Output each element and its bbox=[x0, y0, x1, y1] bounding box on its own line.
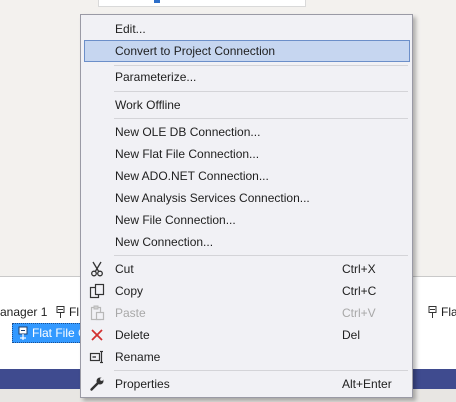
flat-file-connection-label: Flat File C bbox=[32, 326, 86, 340]
menu-item-paste[interactable]: Paste Ctrl+V bbox=[84, 302, 410, 324]
paste-icon bbox=[90, 305, 105, 321]
wrench-icon bbox=[90, 377, 104, 391]
menu-item-label: New Connection... bbox=[115, 235, 214, 249]
tray-tab-label: Fla bbox=[441, 305, 456, 319]
tray-tab-flat-file-2[interactable]: Fla bbox=[428, 305, 456, 319]
menu-item-copy[interactable]: Copy Ctrl+C bbox=[84, 280, 410, 302]
menu-item-label: Paste bbox=[115, 306, 146, 320]
menu-item-shortcut: Del bbox=[342, 328, 361, 342]
menu-item-label: Delete bbox=[115, 328, 150, 342]
menu-item-label: New Flat File Connection... bbox=[115, 147, 260, 161]
scissors-icon bbox=[91, 261, 103, 277]
menu-item-rename[interactable]: Rename bbox=[84, 346, 410, 368]
menu-item-edit[interactable]: Edit... bbox=[84, 18, 410, 40]
connection-icon bbox=[428, 306, 437, 318]
menu-separator bbox=[114, 118, 408, 119]
menu-item-new-analysis-services-connection[interactable]: New Analysis Services Connection... bbox=[84, 187, 410, 209]
connection-icon bbox=[56, 306, 65, 318]
flat-file-connection-icon bbox=[18, 326, 28, 340]
menu-item-new-oledb-connection[interactable]: New OLE DB Connection... bbox=[84, 121, 410, 143]
menu-item-properties[interactable]: Properties Alt+Enter bbox=[84, 373, 410, 395]
tray-tab-flat-file[interactable]: Fl bbox=[56, 305, 79, 319]
menu-item-new-connection[interactable]: New Connection... bbox=[84, 231, 410, 253]
menu-separator bbox=[114, 91, 408, 92]
rename-icon bbox=[89, 350, 103, 364]
menu-item-label: Convert to Project Connection bbox=[115, 44, 276, 58]
menu-item-shortcut: Ctrl+V bbox=[342, 306, 376, 320]
menu-item-shortcut: Ctrl+X bbox=[342, 262, 376, 276]
designer-node-edge bbox=[98, 0, 306, 7]
menu-item-label: New ADO.NET Connection... bbox=[115, 169, 269, 183]
menu-item-new-flat-file-connection[interactable]: New Flat File Connection... bbox=[84, 143, 410, 165]
menu-item-work-offline[interactable]: Work Offline bbox=[84, 94, 410, 116]
menu-item-label: Properties bbox=[115, 377, 170, 391]
menu-item-delete[interactable]: Delete Del bbox=[84, 324, 410, 346]
menu-item-new-adonet-connection[interactable]: New ADO.NET Connection... bbox=[84, 165, 410, 187]
menu-item-label: New File Connection... bbox=[115, 213, 236, 227]
menu-item-new-file-connection[interactable]: New File Connection... bbox=[84, 209, 410, 231]
tray-tab-connection-manager[interactable]: anager 1 bbox=[0, 305, 47, 319]
menu-separator bbox=[114, 255, 408, 256]
menu-separator bbox=[114, 370, 408, 371]
menu-item-parameterize[interactable]: Parameterize... bbox=[84, 66, 410, 88]
context-menu: Edit... Convert to Project Connection Pa… bbox=[80, 14, 413, 398]
menu-item-convert-to-project-connection[interactable]: Convert to Project Connection bbox=[84, 40, 410, 62]
menu-item-label: Cut bbox=[115, 262, 134, 276]
menu-item-shortcut: Ctrl+C bbox=[342, 284, 377, 298]
copy-icon bbox=[89, 283, 105, 299]
menu-item-label: Rename bbox=[115, 350, 161, 364]
menu-item-label: Parameterize... bbox=[115, 70, 197, 84]
flat-file-connection-item[interactable]: Flat File C bbox=[12, 323, 86, 343]
menu-item-shortcut: Alt+Enter bbox=[342, 377, 392, 391]
menu-item-label: Edit... bbox=[115, 22, 146, 36]
menu-item-label: New Analysis Services Connection... bbox=[115, 191, 310, 205]
menu-item-cut[interactable]: Cut Ctrl+X bbox=[84, 258, 410, 280]
delete-x-icon bbox=[91, 329, 103, 341]
menu-item-label: Copy bbox=[115, 284, 144, 298]
menu-item-label: New OLE DB Connection... bbox=[115, 125, 261, 139]
designer-node-handle bbox=[154, 0, 160, 3]
tray-tab-label: Fl bbox=[69, 305, 79, 319]
menu-item-label: Work Offline bbox=[115, 98, 181, 112]
